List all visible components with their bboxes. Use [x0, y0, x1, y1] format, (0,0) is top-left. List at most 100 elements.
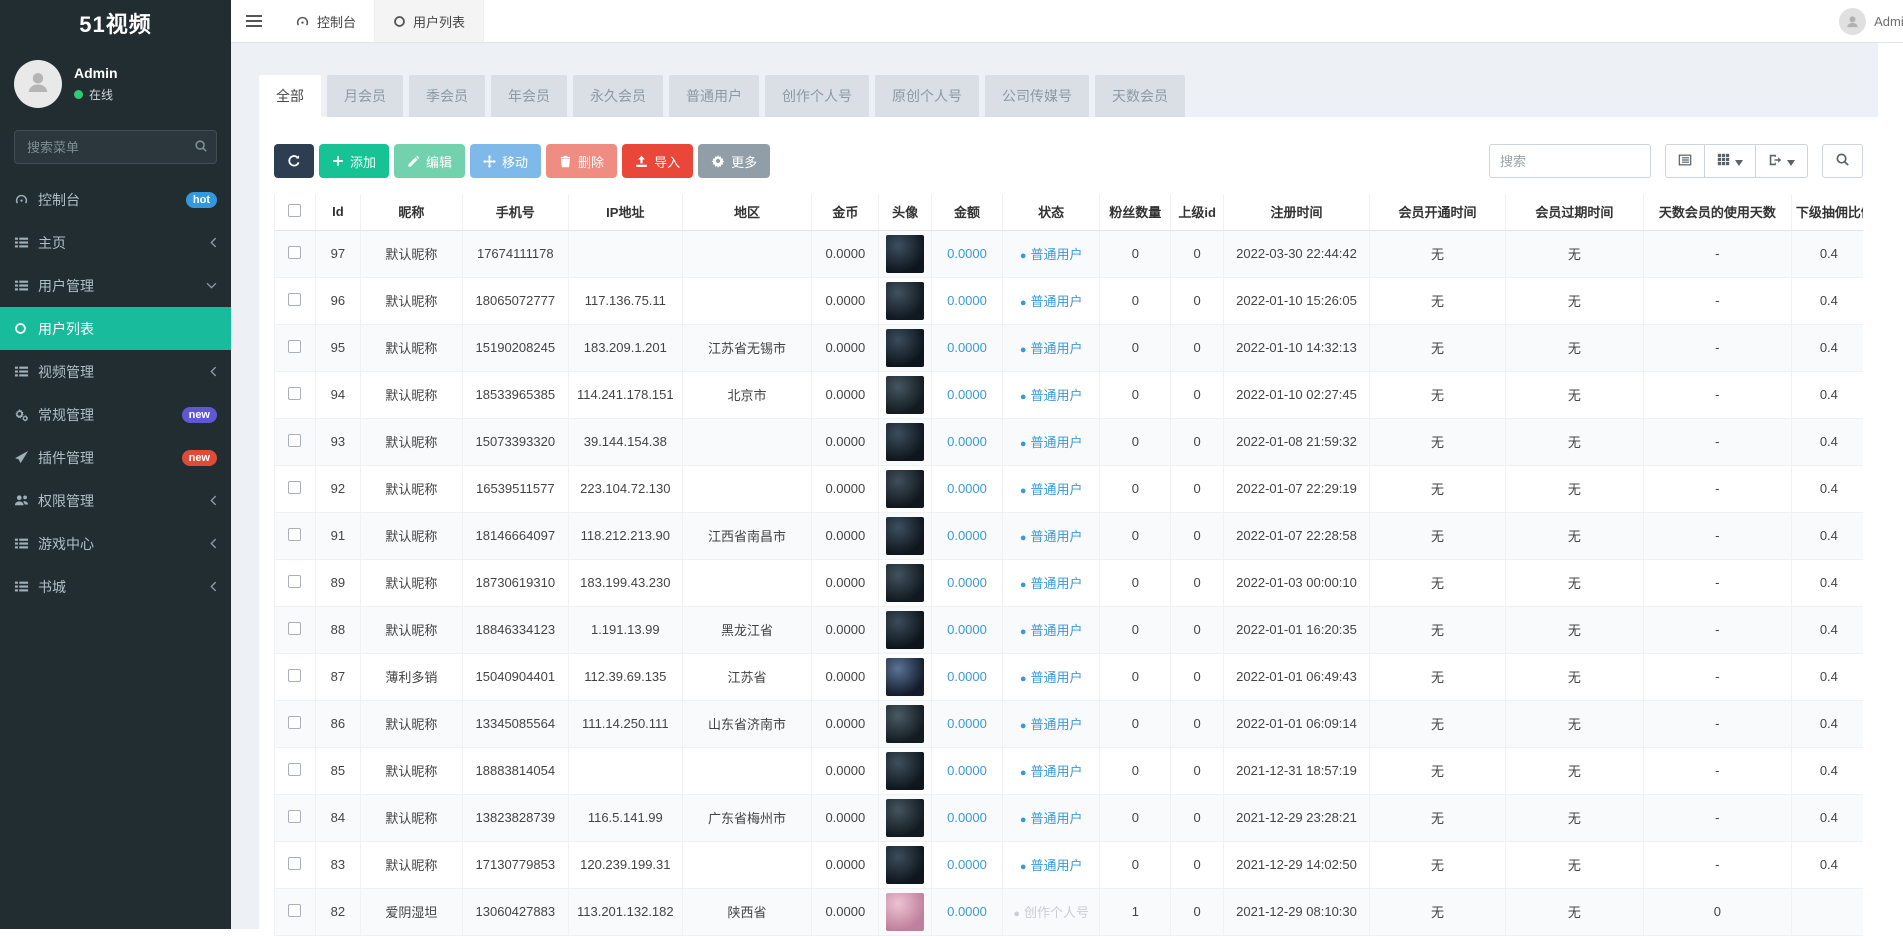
cell-ip: 183.199.43.230 — [569, 559, 683, 606]
badge-hot: hot — [186, 192, 217, 208]
import-button[interactable]: 导入 — [622, 144, 693, 178]
column-header-phone: 手机号 — [462, 194, 568, 230]
row-checkbox[interactable] — [288, 481, 301, 494]
sidebar-item-常规管理[interactable]: 常规管理new — [0, 393, 231, 436]
cell-vip-start: 无 — [1370, 747, 1506, 794]
topbar-tab-控制台[interactable]: 控制台 — [277, 0, 375, 42]
table-row: 93默认昵称1507339332039.144.154.380.00000.00… — [275, 418, 1864, 465]
sidebar-item-插件管理[interactable]: 插件管理new — [0, 436, 231, 479]
menu-toggle-icon[interactable] — [231, 0, 277, 42]
sidebar-item-用户列表[interactable]: 用户列表 — [0, 307, 231, 350]
row-checkbox[interactable] — [288, 857, 301, 870]
filter-tab-天数会员[interactable]: 天数会员 — [1095, 75, 1185, 117]
right-scroll-strip[interactable] — [1878, 43, 1903, 929]
row-checkbox[interactable] — [288, 387, 301, 400]
amount-link[interactable]: 0.0000 — [947, 622, 987, 637]
row-checkbox[interactable] — [288, 669, 301, 682]
cell-gold: 0.0000 — [812, 277, 879, 324]
cell-vip-start: 无 — [1370, 418, 1506, 465]
sidebar-item-游戏中心[interactable]: 游戏中心 — [0, 522, 231, 565]
amount-link[interactable]: 0.0000 — [947, 387, 987, 402]
cell-id: 91 — [315, 512, 361, 559]
sidebar-item-label: 控制台 — [38, 190, 186, 210]
filter-tab-普通用户[interactable]: 普通用户 — [669, 75, 759, 117]
cell-nickname: 爱阴湿坦 — [361, 888, 462, 935]
amount-link[interactable]: 0.0000 — [947, 857, 987, 872]
amount-link[interactable]: 0.0000 — [947, 293, 987, 308]
filter-tab-公司传媒号[interactable]: 公司传媒号 — [985, 75, 1089, 117]
status-badge: ●普通用户 — [1020, 858, 1083, 873]
sidebar-item-控制台[interactable]: 控制台hot — [0, 178, 231, 221]
topbar-tab-用户列表[interactable]: 用户列表 — [375, 0, 484, 42]
sidebar-item-主页[interactable]: 主页 — [0, 221, 231, 264]
topbar-user[interactable]: Admin — [1839, 0, 1903, 43]
amount-link[interactable]: 0.0000 — [947, 904, 987, 919]
cell-parent-id: 0 — [1171, 371, 1224, 418]
add-button[interactable]: 添加 — [319, 144, 389, 178]
filter-tab-原创个人号[interactable]: 原创个人号 — [875, 75, 979, 117]
cell-status: ●普通用户 — [1002, 653, 1099, 700]
cell-id: 97 — [315, 230, 361, 277]
row-select-cell — [275, 559, 316, 606]
amount-link[interactable]: 0.0000 — [947, 246, 987, 261]
cell-id: 87 — [315, 653, 361, 700]
delete-button[interactable]: 删除 — [546, 144, 617, 178]
cell-phone: 17674111178 — [462, 230, 568, 277]
cell-phone: 18065072777 — [462, 277, 568, 324]
sidebar-search-input[interactable] — [14, 130, 217, 164]
list-view-button[interactable] — [1665, 144, 1705, 178]
row-checkbox[interactable] — [288, 434, 301, 447]
export-button[interactable] — [1756, 144, 1808, 178]
filter-tab-永久会员[interactable]: 永久会员 — [573, 75, 663, 117]
user-avatar-image — [886, 376, 924, 414]
table-row: 97默认昵称176741111780.00000.0000●普通用户002022… — [275, 230, 1864, 277]
row-checkbox[interactable] — [288, 810, 301, 823]
filter-tab-全部[interactable]: 全部 — [259, 75, 321, 117]
amount-link[interactable]: 0.0000 — [947, 810, 987, 825]
table-search-input[interactable] — [1489, 144, 1651, 178]
search-button[interactable] — [1822, 144, 1863, 178]
amount-link[interactable]: 0.0000 — [947, 434, 987, 449]
filter-tab-年会员[interactable]: 年会员 — [491, 75, 567, 117]
row-checkbox[interactable] — [288, 528, 301, 541]
amount-link[interactable]: 0.0000 — [947, 575, 987, 590]
row-checkbox[interactable] — [288, 246, 301, 259]
row-checkbox[interactable] — [288, 293, 301, 306]
filter-tab-创作个人号[interactable]: 创作个人号 — [765, 75, 869, 117]
row-checkbox[interactable] — [288, 340, 301, 353]
refresh-button[interactable] — [274, 144, 314, 178]
cell-commission: 0.4 — [1791, 606, 1863, 653]
cell-avatar — [879, 230, 932, 277]
amount-link[interactable]: 0.0000 — [947, 763, 987, 778]
sidebar-item-权限管理[interactable]: 权限管理 — [0, 479, 231, 522]
cell-id: 82 — [315, 888, 361, 935]
sidebar-item-用户管理[interactable]: 用户管理 — [0, 264, 231, 307]
row-checkbox[interactable] — [288, 575, 301, 588]
cell-reg-time: 2021-12-29 14:02:50 — [1224, 841, 1370, 888]
online-dot-icon — [74, 90, 83, 99]
row-checkbox[interactable] — [288, 763, 301, 776]
amount-link[interactable]: 0.0000 — [947, 716, 987, 731]
filter-tab-季会员[interactable]: 季会员 — [409, 75, 485, 117]
row-checkbox[interactable] — [288, 622, 301, 635]
cell-nickname: 默认昵称 — [361, 700, 462, 747]
search-icon[interactable] — [194, 139, 208, 158]
amount-link[interactable]: 0.0000 — [947, 528, 987, 543]
select-all-checkbox[interactable] — [288, 204, 301, 217]
cell-gold: 0.0000 — [812, 888, 879, 935]
amount-link[interactable]: 0.0000 — [947, 669, 987, 684]
row-checkbox[interactable] — [288, 904, 301, 917]
filter-tab-月会员[interactable]: 月会员 — [327, 75, 403, 117]
cell-region: 江西省南昌市 — [682, 512, 812, 559]
move-button[interactable]: 移动 — [470, 144, 541, 178]
edit-button[interactable]: 编辑 — [394, 144, 465, 178]
amount-link[interactable]: 0.0000 — [947, 340, 987, 355]
row-checkbox[interactable] — [288, 716, 301, 729]
amount-link[interactable]: 0.0000 — [947, 481, 987, 496]
sidebar-item-书城[interactable]: 书城 — [0, 565, 231, 608]
more-button[interactable]: 更多 — [698, 144, 770, 178]
cell-days-used: - — [1643, 230, 1791, 277]
columns-button[interactable] — [1705, 144, 1756, 178]
sidebar-item-视频管理[interactable]: 视频管理 — [0, 350, 231, 393]
cell-status: ●创作个人号 — [1002, 888, 1099, 935]
